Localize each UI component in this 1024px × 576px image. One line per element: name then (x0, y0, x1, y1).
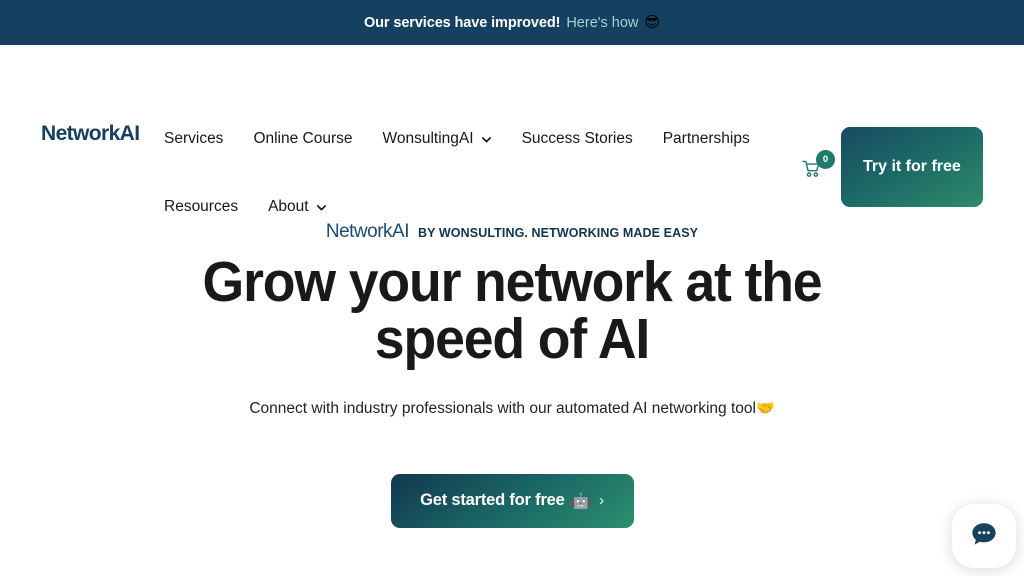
nav-label: Services (164, 129, 224, 147)
navigation-second-row: Resources About (164, 189, 764, 224)
nav-label: Resources (164, 197, 239, 215)
nav-item-resources[interactable]: Resources (164, 189, 238, 224)
chevron-down-icon (481, 134, 492, 145)
hero-subtitle-text: Connect with industry professionals with… (249, 400, 756, 417)
nav-item-services[interactable]: Services (164, 121, 223, 156)
chevron-down-icon (316, 202, 327, 213)
cart-count-badge: 0 (816, 150, 835, 169)
chat-bubble-icon (969, 519, 999, 554)
announcement-text: Our services have improved! (363, 14, 561, 31)
nav-item-success-stories[interactable]: Success Stories (522, 121, 633, 156)
page-root: Our services have improved! Here's how 😎… (0, 0, 1024, 576)
announcement-banner: Our services have improved! Here's how 😎 (0, 0, 1024, 45)
nav-label: Partnerships (662, 129, 750, 147)
get-started-for-free-button[interactable]: Get started for free 🤖 › (390, 473, 634, 528)
hero-headline: Grow your network at the speed of AI (202, 250, 823, 371)
nav-label: About (268, 197, 309, 215)
try-it-for-free-button[interactable]: Try it for free (841, 127, 983, 207)
nav-label: Online Course (253, 129, 353, 147)
nav-item-online-course[interactable]: Online Course (253, 121, 352, 156)
nav-item-partnerships[interactable]: Partnerships (663, 121, 750, 156)
nav-item-wonsultingai[interactable]: WonsultingAI (383, 121, 492, 156)
announcement-link[interactable]: Here's how (566, 15, 638, 31)
chevron-right-icon: › (599, 492, 604, 510)
eyebrow-brand-name: NetworkAI (325, 221, 410, 242)
cta-label: Get started for free (420, 491, 565, 510)
eyebrow-tagline: BY WONSULTING. NETWORKING MADE EASY (418, 226, 699, 240)
nav-label: Success Stories (521, 129, 633, 147)
hero-subtitle: Connect with industry professionals with… (0, 398, 1024, 420)
sunglasses-emoji-icon: 😎 (644, 14, 661, 31)
hero-section: NetworkAI BY WONSULTING. NETWORKING MADE… (0, 222, 1024, 528)
hero-eyebrow: NetworkAI BY WONSULTING. NETWORKING MADE… (0, 222, 1024, 241)
site-header: NetworkAI Services Online Course Wonsult… (0, 45, 1024, 215)
handshake-emoji-icon: 🤝 (755, 400, 775, 417)
main-navigation: Services Online Course WonsultingAI Succ… (164, 121, 764, 224)
nav-item-about[interactable]: About (268, 189, 327, 224)
cart-button[interactable]: 0 (802, 150, 838, 180)
robot-emoji-icon: 🤖 (571, 492, 591, 510)
chat-widget-button[interactable] (952, 504, 1016, 568)
hero-cta-wrapper: Get started for free 🤖 › (0, 473, 1024, 528)
nav-label: WonsultingAI (382, 129, 474, 147)
logo-networkai[interactable]: NetworkAI (41, 123, 140, 144)
